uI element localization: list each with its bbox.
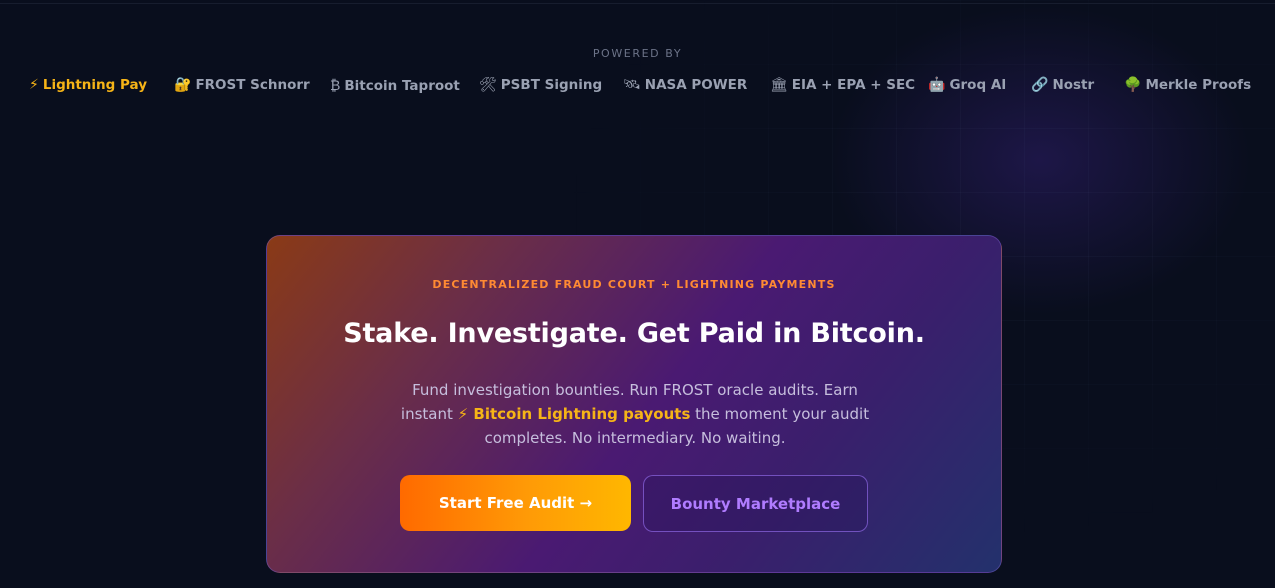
tech-item-label: EIA + EPA + SEC	[791, 77, 916, 93]
bounty-marketplace-button[interactable]: Bounty Marketplace	[643, 475, 868, 532]
lightning-icon: ⚡	[29, 77, 39, 93]
tech-item-label: Nostr	[1052, 77, 1095, 93]
tools-icon: 🛠	[479, 77, 497, 93]
hero-description: Fund investigation bounties. Run FROST o…	[397, 378, 873, 450]
classical-building-icon: 🏛	[770, 77, 788, 93]
tech-item-label: Merkle Proofs	[1145, 77, 1252, 93]
hero-card: DECENTRALIZED FRAUD COURT + LIGHTNING PA…	[266, 235, 1002, 573]
tech-item-bitcoin-taproot[interactable]: ₿ Bitcoin Taproot	[330, 77, 460, 95]
link-icon: 🔗	[1031, 77, 1049, 93]
powered-by-label: POWERED BY	[592, 47, 683, 60]
tech-item-label: Bitcoin Taproot	[344, 77, 460, 94]
tech-item-label: Groq AI	[949, 77, 1007, 93]
satellite-icon: 🛰	[623, 77, 641, 93]
lightning-payouts-highlight: ⚡ Bitcoin Lightning payouts	[457, 405, 691, 423]
tech-item-merkle-proofs[interactable]: 🌳 Merkle Proofs	[1124, 77, 1251, 93]
tech-item-label: Lightning Pay	[42, 77, 148, 93]
tech-item-lightning-pay[interactable]: ⚡ Lightning Pay	[29, 77, 147, 93]
tech-item-frost-schnorr[interactable]: 🔐 FROST Schnorr	[174, 77, 310, 93]
tech-item-groq-ai[interactable]: 🤖 Groq AI	[928, 77, 1006, 93]
robot-icon: 🤖	[928, 77, 946, 93]
tech-stack-row: ⚡ Lightning Pay 🔐 FROST Schnorr ₿ Bitcoi…	[0, 77, 1275, 99]
bitcoin-icon: ₿	[330, 78, 341, 94]
landing-page: POWERED BY ⚡ Lightning Pay 🔐 FROST Schno…	[0, 0, 1275, 588]
tech-item-nostr[interactable]: 🔗 Nostr	[1031, 77, 1094, 93]
tech-item-label: PSBT Signing	[500, 77, 603, 93]
lock-key-icon: 🔐	[174, 77, 192, 93]
start-free-audit-button[interactable]: Start Free Audit →	[400, 475, 631, 531]
hero-eyebrow: DECENTRALIZED FRAUD COURT + LIGHTNING PA…	[432, 278, 836, 291]
tech-item-label: FROST Schnorr	[195, 77, 310, 93]
hero-title: Stake. Investigate. Get Paid in Bitcoin.	[343, 318, 925, 349]
tech-item-eia-epa-sec[interactable]: 🏛 EIA + EPA + SEC	[770, 77, 915, 93]
top-divider	[0, 3, 1275, 4]
tech-item-psbt-signing[interactable]: 🛠 PSBT Signing	[479, 77, 602, 93]
tech-item-label: NASA POWER	[644, 77, 748, 93]
tree-icon: 🌳	[1124, 77, 1142, 93]
tech-item-nasa-power[interactable]: 🛰 NASA POWER	[623, 77, 747, 93]
